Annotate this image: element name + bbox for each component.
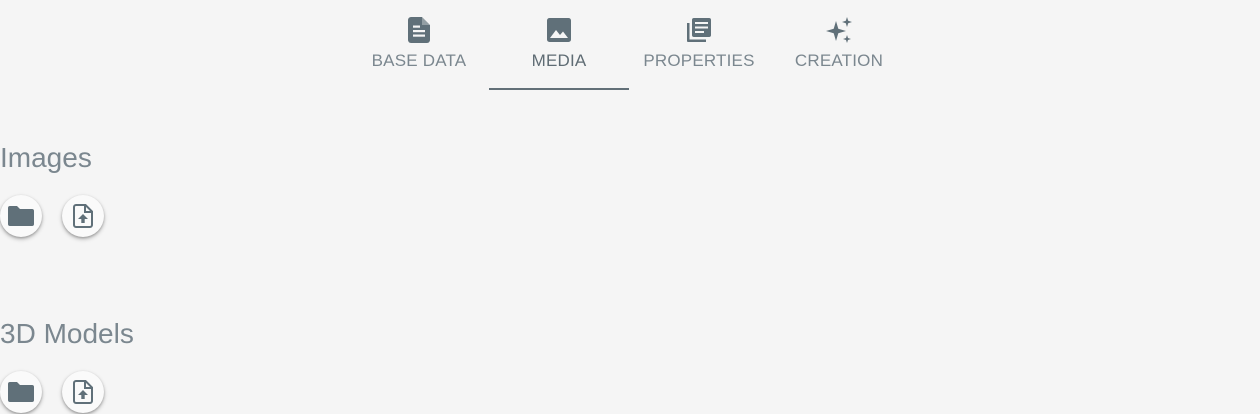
- tab-creation[interactable]: CREATION: [769, 0, 909, 90]
- document-icon: [408, 17, 430, 43]
- tab-properties[interactable]: PROPERTIES: [629, 0, 769, 90]
- tab-label: CREATION: [794, 51, 884, 70]
- tab-label: BASE DATA: [371, 51, 467, 70]
- models-section-title: 3D Models: [0, 318, 134, 349]
- models-browse-button[interactable]: [0, 371, 42, 413]
- file-upload-icon: [73, 204, 93, 228]
- images-browse-button[interactable]: [0, 195, 42, 237]
- images-section-title: Images: [0, 142, 92, 173]
- folder-icon: [8, 382, 34, 402]
- images-upload-button[interactable]: [62, 195, 104, 237]
- tab-label: PROPERTIES: [643, 51, 755, 70]
- file-upload-icon: [73, 380, 93, 404]
- library-books-icon: [686, 17, 712, 43]
- models-upload-button[interactable]: [62, 371, 104, 413]
- tab-label: MEDIA: [531, 51, 587, 70]
- sparkle-icon: [825, 17, 853, 43]
- tab-bar: BASE DATA MEDIA PROPERTIES CREATION: [349, 0, 909, 90]
- image-icon: [547, 17, 571, 43]
- tab-media[interactable]: MEDIA: [489, 0, 629, 90]
- folder-icon: [8, 206, 34, 226]
- tab-base-data[interactable]: BASE DATA: [349, 0, 489, 90]
